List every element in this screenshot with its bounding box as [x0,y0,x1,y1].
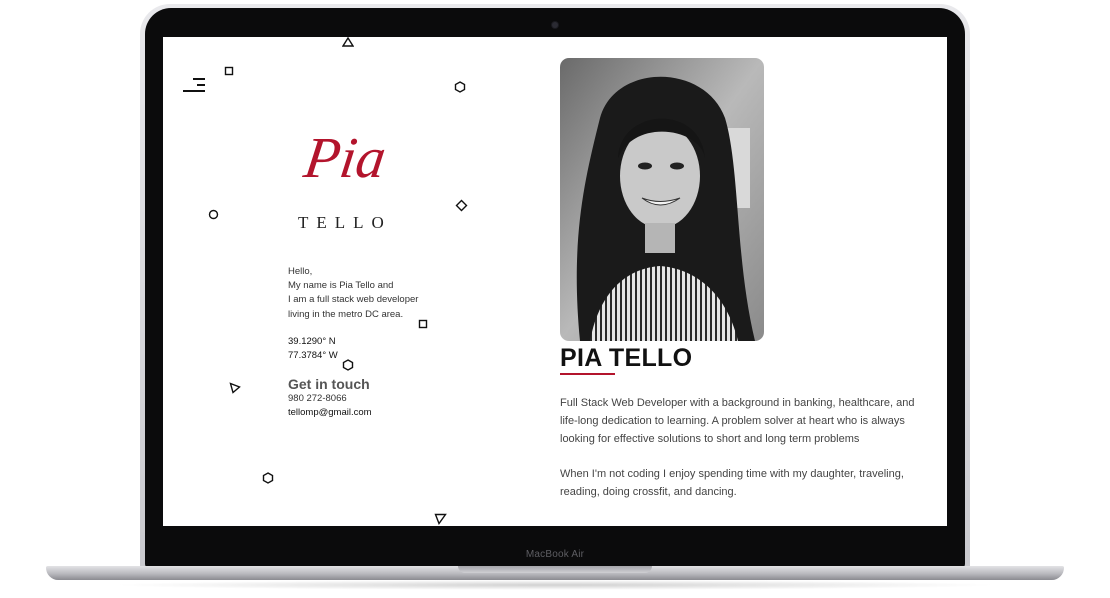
diamond-shape [455,199,468,212]
contact-heading: Get in touch [288,376,370,392]
square-shape [224,66,234,76]
bio-paragraph: When I'm not coding I enjoy spending tim… [560,468,904,498]
profile-name-heading: PIA TELLO [560,344,693,372]
hexagon-shape [262,472,274,484]
portrait-image [560,58,764,341]
intro-line: My name is Pia Tello and [288,280,394,292]
device-model-label: MacBook Air [525,549,585,560]
brand-logo: Pia TELLO [293,115,413,235]
heading-underline [560,373,615,375]
location-coordinates: 39.1290° N 77.3784° W [288,335,338,363]
intro-line: I am a full stack web developer [288,294,419,306]
circle-shape [208,209,219,220]
latitude: 39.1290° N [288,336,336,347]
intro-line: Hello, [288,266,313,277]
laptop-shadow [110,580,1000,590]
logo-script: Pia [299,125,390,190]
contact-phone: 980 272-8066 [288,393,347,404]
intro-line: living in the metro DC area. [288,308,404,320]
logo-surname: TELLO [298,213,392,232]
laptop-hinge-notch [458,566,652,573]
portfolio-page: Pia TELLO Hello, My name is Pia Tello an… [163,37,947,526]
contact-email-link[interactable]: tellomp@gmail.com [288,407,372,418]
hamburger-menu-icon[interactable] [183,78,205,94]
triangle-shape [434,513,447,525]
bio-paragraph: Full Stack Web Developer with a backgrou… [560,397,915,445]
triangle-shape [342,37,354,47]
hexagon-shape [454,81,466,93]
webcam-icon [552,22,558,28]
profile-photo [560,58,764,341]
triangle-shape [229,382,241,394]
svg-text:Pia: Pia [299,125,390,190]
longitude: 77.3784° W [288,350,338,361]
hexagon-shape [342,359,354,371]
intro-text: Hello, My name is Pia Tello and I am a f… [288,265,488,322]
